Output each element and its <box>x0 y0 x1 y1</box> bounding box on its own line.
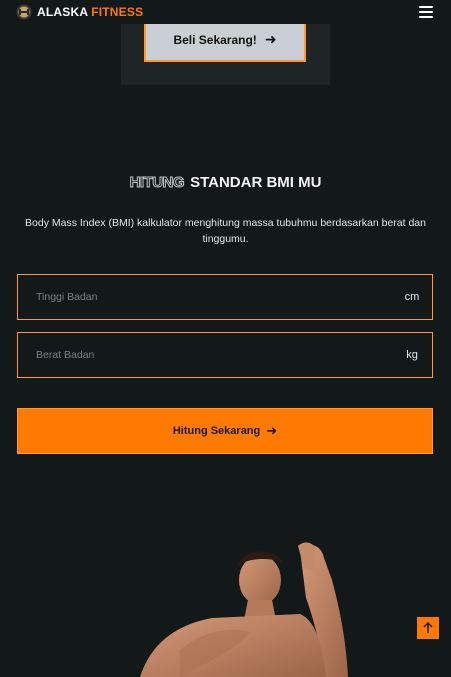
fitness-model-image <box>140 542 348 677</box>
title-outline-text: Hitung <box>129 174 185 192</box>
calculate-bmi-button[interactable]: Hitung Sekarang ➜ <box>17 408 433 454</box>
arrow-up-icon <box>423 622 433 633</box>
weight-input[interactable] <box>18 333 392 377</box>
hamburger-menu-icon[interactable] <box>419 6 433 18</box>
brand-name-part2: FITNESS <box>91 5 144 19</box>
buy-now-label: Beli Sekarang! <box>173 32 257 47</box>
height-unit: cm <box>404 291 420 303</box>
arrow-right-icon: ➜ <box>266 423 278 438</box>
brand-name[interactable]: ALASKA FITNESS <box>37 5 143 19</box>
top-navbar: ALASKA FITNESS <box>0 0 451 24</box>
calculate-bmi-label: Hitung Sekarang <box>172 425 261 437</box>
arrow-right-icon: ➜ <box>264 31 277 47</box>
dumbbell-logo-icon[interactable] <box>16 4 32 20</box>
brand-name-part1: ALASKA <box>37 5 89 19</box>
bmi-description: Body Mass Index (BMI) kalkulator menghit… <box>25 217 426 245</box>
weight-field: kg <box>17 332 433 378</box>
height-input[interactable] <box>18 275 392 319</box>
bmi-section-title: Hitung Standar BMI MU <box>0 174 451 192</box>
height-field: cm <box>17 274 433 320</box>
title-solid-text: Standar BMI MU <box>190 174 322 191</box>
weight-unit: kg <box>406 349 418 361</box>
scroll-to-top-button[interactable] <box>417 617 439 639</box>
